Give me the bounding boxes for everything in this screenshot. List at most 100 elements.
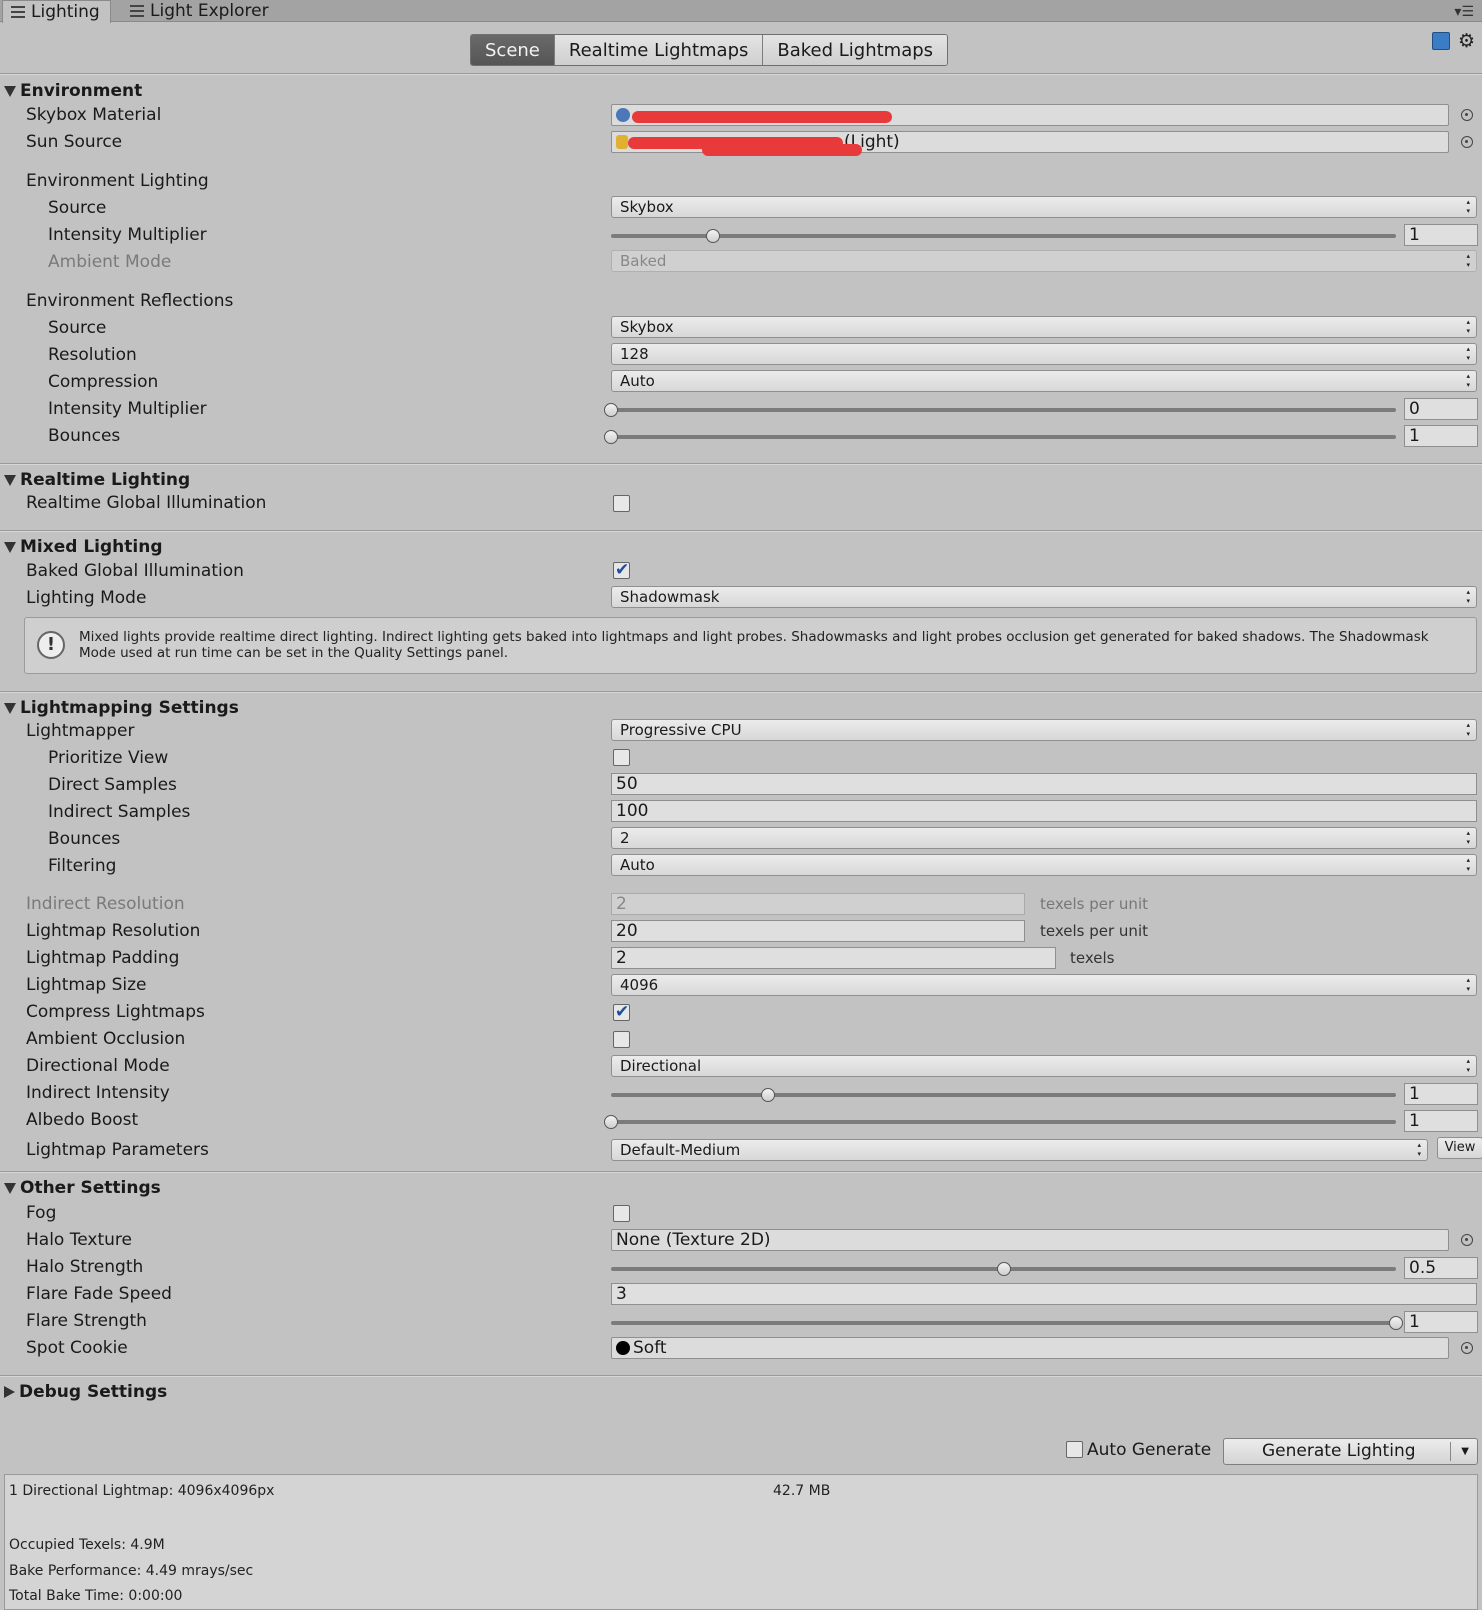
- lightmap-parameters-dropdown[interactable]: Default-Medium: [611, 1139, 1428, 1161]
- lightmap-parameters-label: Lightmap Parameters: [26, 1140, 209, 1160]
- fog-label: Fog: [26, 1203, 57, 1223]
- env-lighting-source-dropdown[interactable]: Skybox: [611, 196, 1477, 218]
- spot-cookie-field[interactable]: Soft: [611, 1337, 1449, 1359]
- help-box: ! Mixed lights provide realtime direct l…: [24, 617, 1477, 674]
- sun-source-label: Sun Source: [26, 132, 123, 152]
- tab-scene[interactable]: Scene: [471, 35, 555, 65]
- indirect-intensity-thumb[interactable]: [761, 1088, 775, 1102]
- ambient-mode-label: Ambient Mode: [48, 252, 172, 272]
- indirect-intensity-track: [611, 1093, 1396, 1097]
- albedo-boost-track: [611, 1120, 1396, 1124]
- env-refl-bounces-track: [611, 435, 1396, 439]
- fog-checkbox[interactable]: [613, 1205, 630, 1222]
- section-title: Lightmapping Settings: [20, 698, 239, 718]
- lightmapper-dropdown[interactable]: Progressive CPU: [611, 719, 1477, 741]
- button-split-divider: [1450, 1442, 1451, 1461]
- section-other-settings[interactable]: Other Settings: [4, 1177, 161, 1199]
- lighting-mode-label: Lighting Mode: [26, 588, 147, 608]
- baked-gi-checkbox[interactable]: [613, 560, 630, 580]
- generate-lighting-label: Generate Lighting: [1262, 1441, 1416, 1461]
- gear-icon[interactable]: ⚙: [1458, 32, 1476, 51]
- compress-lightmaps-checkbox[interactable]: [613, 1002, 630, 1022]
- albedo-boost-input[interactable]: 1: [1404, 1110, 1478, 1132]
- env-refl-intensity-track: [611, 408, 1396, 412]
- indirect-samples-input[interactable]: 100: [611, 800, 1477, 822]
- section-debug-settings[interactable]: Debug Settings: [4, 1381, 167, 1403]
- section-environment[interactable]: Environment: [4, 80, 142, 102]
- env-refl-bounces-thumb[interactable]: [604, 430, 618, 444]
- section-title: Mixed Lighting: [20, 537, 163, 557]
- dropdown-arrow-icon[interactable]: ▼: [1461, 1439, 1469, 1464]
- help-text: Mixed lights provide realtime direct lig…: [79, 629, 1429, 661]
- auto-generate-checkbox[interactable]: [1066, 1441, 1083, 1458]
- lightmapper-label: Lightmapper: [26, 721, 135, 741]
- env-lighting-intensity-thumb[interactable]: [706, 229, 721, 243]
- foldout-open-icon: [4, 1182, 16, 1194]
- tab-light-explorer[interactable]: Light Explorer: [122, 0, 279, 22]
- direct-samples-label: Direct Samples: [48, 775, 177, 795]
- sun-source-field[interactable]: (Light): [611, 131, 1449, 156]
- redaction-mark: [702, 144, 862, 156]
- stat-lightmaps: 1 Directional Lightmap: 4096x4096px: [9, 1483, 275, 1499]
- directional-mode-label: Directional Mode: [26, 1056, 170, 1076]
- flare-strength-thumb[interactable]: [1389, 1316, 1403, 1330]
- lm-bounces-dropdown[interactable]: 2: [611, 827, 1477, 849]
- object-picker-icon[interactable]: [1461, 136, 1473, 148]
- section-realtime-lighting[interactable]: Realtime Lighting: [4, 469, 190, 491]
- env-refl-intensity-thumb[interactable]: [604, 403, 618, 417]
- env-refl-resolution-dropdown[interactable]: 128: [611, 343, 1477, 365]
- window-menu-icon[interactable]: ▾☰: [1454, 4, 1474, 20]
- halo-strength-input[interactable]: 0.5: [1404, 1257, 1478, 1279]
- skybox-material-field[interactable]: [611, 104, 1449, 126]
- foldout-closed-icon: [4, 1386, 15, 1398]
- object-picker-icon[interactable]: [1461, 1342, 1473, 1354]
- foldout-open-icon: [4, 702, 16, 714]
- view-button[interactable]: View: [1437, 1137, 1482, 1159]
- albedo-boost-thumb[interactable]: [604, 1115, 618, 1129]
- halo-texture-field[interactable]: None (Texture 2D): [611, 1229, 1449, 1251]
- flare-strength-track: [611, 1321, 1396, 1325]
- flare-fade-speed-input[interactable]: 3: [611, 1283, 1477, 1305]
- env-lighting-intensity-input[interactable]: 1: [1404, 224, 1478, 246]
- realtime-gi-checkbox[interactable]: [613, 495, 630, 512]
- material-sphere-icon: [616, 108, 630, 122]
- tab-baked-lightmaps[interactable]: Baked Lightmaps: [763, 35, 948, 65]
- stat-bake-performance: Bake Performance: 4.49 mrays/sec: [9, 1563, 254, 1579]
- lightmap-size-label: Lightmap Size: [26, 975, 147, 995]
- env-refl-source-dropdown[interactable]: Skybox: [611, 316, 1477, 338]
- ambient-occlusion-checkbox[interactable]: [613, 1031, 630, 1048]
- lightmap-padding-unit: texels: [1070, 949, 1115, 967]
- prioritize-view-checkbox[interactable]: [613, 749, 630, 766]
- env-refl-bounces-label: Bounces: [48, 426, 121, 446]
- flare-fade-speed-label: Flare Fade Speed: [26, 1284, 172, 1304]
- tab-realtime-lightmaps[interactable]: Realtime Lightmaps: [554, 35, 764, 65]
- stat-size: 42.7 MB: [773, 1483, 831, 1499]
- env-refl-intensity-input[interactable]: 0: [1404, 398, 1478, 420]
- flare-strength-input[interactable]: 1: [1404, 1311, 1478, 1333]
- env-refl-compression-dropdown[interactable]: Auto: [611, 370, 1477, 392]
- filtering-dropdown[interactable]: Auto: [611, 854, 1477, 876]
- stat-bake-time: Total Bake Time: 0:00:00: [9, 1588, 183, 1604]
- lightmap-size-dropdown[interactable]: 4096: [611, 974, 1477, 996]
- lm-bounces-label: Bounces: [48, 829, 121, 849]
- indirect-intensity-input[interactable]: 1: [1404, 1083, 1478, 1105]
- section-mixed-lighting[interactable]: Mixed Lighting: [4, 536, 162, 558]
- lightmap-resolution-input[interactable]: 20: [611, 920, 1025, 942]
- env-refl-bounces-input[interactable]: 1: [1404, 425, 1478, 447]
- help-book-icon[interactable]: [1432, 32, 1450, 50]
- lighting-mode-dropdown[interactable]: Shadowmask: [611, 586, 1477, 608]
- generate-lighting-button[interactable]: Generate Lighting ▼: [1223, 1438, 1478, 1465]
- object-picker-icon[interactable]: [1461, 1234, 1473, 1246]
- prioritize-view-label: Prioritize View: [48, 748, 169, 768]
- direct-samples-input[interactable]: 50: [611, 773, 1477, 795]
- object-picker-icon[interactable]: [1461, 109, 1473, 121]
- env-refl-compression-label: Compression: [48, 372, 159, 392]
- lightmap-padding-input[interactable]: 2: [611, 947, 1056, 969]
- ambient-occlusion-label: Ambient Occlusion: [26, 1029, 186, 1049]
- section-lightmapping-settings[interactable]: Lightmapping Settings: [4, 697, 239, 719]
- halo-strength-thumb[interactable]: [996, 1262, 1011, 1276]
- tab-lighting[interactable]: Lighting: [2, 0, 111, 23]
- directional-mode-dropdown[interactable]: Directional: [611, 1055, 1477, 1077]
- auto-generate-label: Auto Generate: [1087, 1440, 1212, 1460]
- baked-gi-label: Baked Global Illumination: [26, 561, 244, 581]
